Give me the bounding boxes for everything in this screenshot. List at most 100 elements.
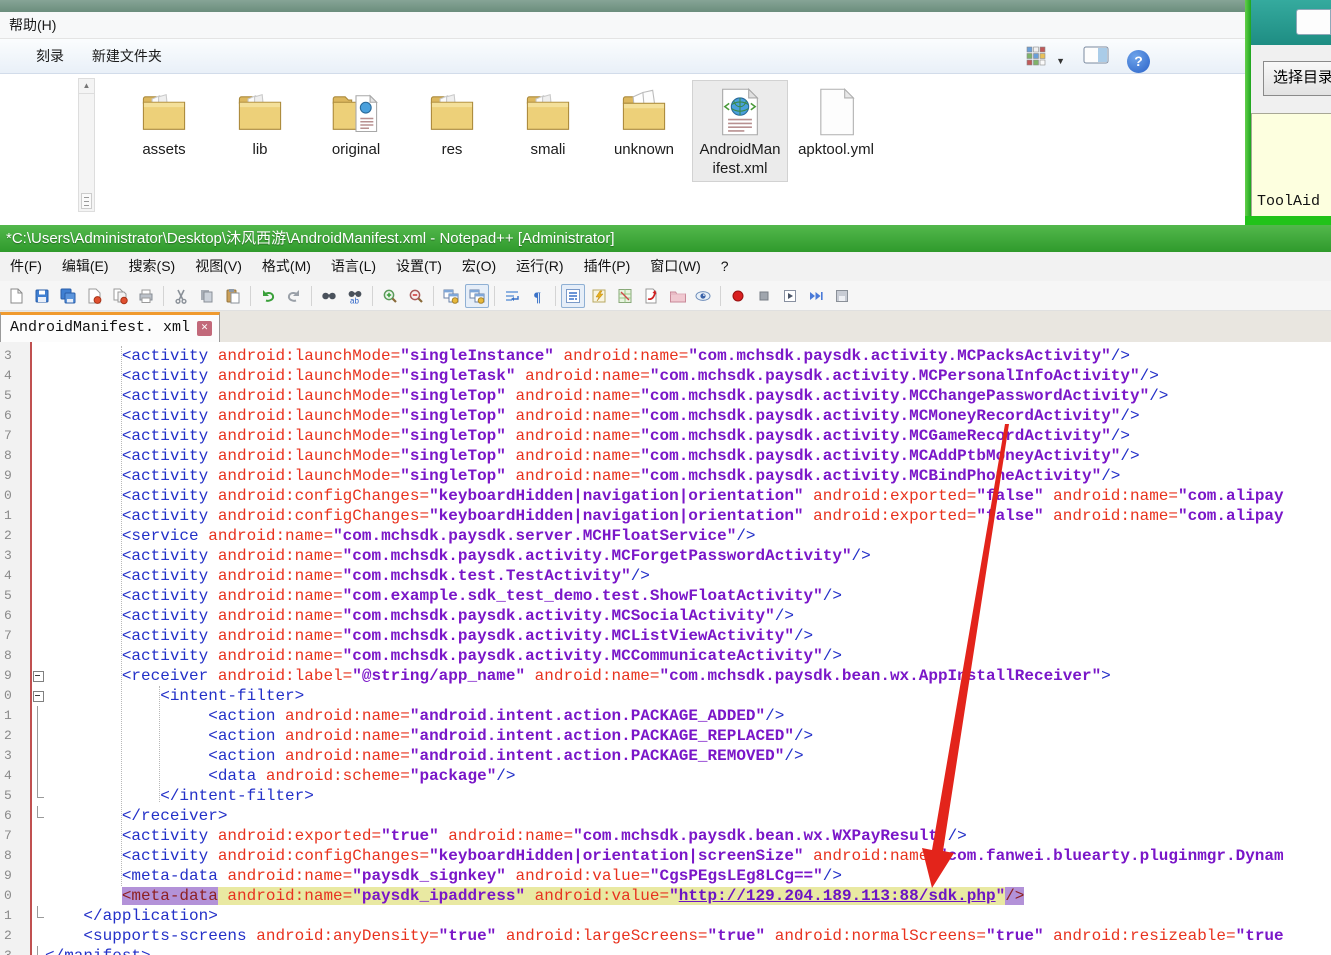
word-wrap-icon[interactable] xyxy=(500,284,524,308)
copy-icon[interactable] xyxy=(195,284,219,308)
paste-icon[interactable] xyxy=(221,284,245,308)
record-macro-icon[interactable] xyxy=(726,284,750,308)
menu-[interactable]: ? xyxy=(711,252,739,281)
code-line: 5 <activity android:launchMode="singleTo… xyxy=(0,386,1331,406)
file-item-AndroidManifest.xml[interactable]: AndroidManifest.xml xyxy=(692,80,788,182)
save-macro-icon[interactable] xyxy=(830,284,854,308)
code-line: 6 </receiver> xyxy=(0,806,1331,826)
menu-搜索S[interactable]: 搜索(S) xyxy=(119,252,186,281)
code-text: <data android:scheme="package"/> xyxy=(45,766,1331,786)
stop-macro-icon[interactable] xyxy=(752,284,776,308)
file-label: unknown xyxy=(614,140,674,159)
run-macro-icon[interactable] xyxy=(639,284,663,308)
code-line: 3 <action android:name="android.intent.a… xyxy=(0,746,1331,766)
code-line: 3 <activity android:launchMode="singleIn… xyxy=(0,346,1331,366)
code-line: 8 <activity android:configChanges="keybo… xyxy=(0,846,1331,866)
file-item-apktool.yml[interactable]: apktool.yml xyxy=(788,80,884,182)
find-icon[interactable] xyxy=(317,284,341,308)
file-item-original[interactable]: original xyxy=(308,80,404,182)
file-item-res[interactable]: res xyxy=(404,80,500,182)
code-line: 0 <activity android:configChanges="keybo… xyxy=(0,486,1331,506)
code-line: 1 </application> xyxy=(0,906,1331,926)
close-all-icon[interactable] xyxy=(108,284,132,308)
run-multiple-icon[interactable] xyxy=(804,284,828,308)
folder-icon xyxy=(522,86,574,140)
code-text: <activity android:configChanges="keyboar… xyxy=(45,486,1331,506)
line-number: 8 xyxy=(0,446,28,466)
panel-partial-button[interactable] xyxy=(1296,9,1331,35)
file-item-unknown[interactable]: unknown xyxy=(596,80,692,182)
show-all-chars-icon[interactable] xyxy=(561,284,585,308)
new-file-icon[interactable] xyxy=(4,284,28,308)
splitter-grip[interactable] xyxy=(81,193,92,209)
code-line: 5 </intent-filter> xyxy=(0,786,1331,806)
sync-scroll-h-icon[interactable] xyxy=(465,284,489,308)
menu-编辑E[interactable]: 编辑(E) xyxy=(52,252,119,281)
fold-collapse-icon[interactable] xyxy=(33,671,44,682)
tab-close-icon[interactable]: ✕ xyxy=(197,321,212,336)
zoom-out-icon[interactable] xyxy=(404,284,428,308)
menu-件F[interactable]: 件(F) xyxy=(0,252,52,281)
code-text: <activity android:launchMode="singleTop"… xyxy=(45,406,1331,426)
menu-视图V[interactable]: 视图(V) xyxy=(185,252,252,281)
file-item-lib[interactable]: lib xyxy=(212,80,308,182)
zoom-in-icon[interactable] xyxy=(378,284,402,308)
menu-help[interactable]: 帮助(H) xyxy=(9,17,56,33)
select-dir-button[interactable]: 选择目录 xyxy=(1263,61,1331,96)
notepad-titlebar[interactable]: *C:\Users\Administrator\Desktop\沐风西游\And… xyxy=(0,225,1331,252)
tab-androidmanifest[interactable]: AndroidManifest. xml ✕ xyxy=(0,312,220,343)
line-number: 6 xyxy=(0,806,28,826)
code-line: 1 <action android:name="android.intent.a… xyxy=(0,706,1331,726)
close-icon[interactable] xyxy=(82,284,106,308)
file-label: original xyxy=(332,140,380,159)
line-number: 0 xyxy=(0,886,28,906)
code-text: <action android:name="android.intent.act… xyxy=(45,746,1331,766)
preview-pane-icon[interactable] xyxy=(1083,44,1109,78)
menu-宏O[interactable]: 宏(O) xyxy=(452,252,506,281)
scroll-up-icon[interactable]: ▲ xyxy=(79,79,94,94)
fold-collapse-icon[interactable] xyxy=(33,691,44,702)
file-list: assetslib original ressmali unknown AndroidM… xyxy=(116,80,884,182)
redo-icon[interactable] xyxy=(282,284,306,308)
line-number: 7 xyxy=(0,426,28,446)
line-number: 5 xyxy=(0,586,28,606)
user-lang-icon[interactable] xyxy=(587,284,611,308)
code-text: <activity android:launchMode="singleTask… xyxy=(45,366,1331,386)
save-all-icon[interactable] xyxy=(56,284,80,308)
preview-eye-icon[interactable] xyxy=(691,284,715,308)
cut-icon[interactable] xyxy=(169,284,193,308)
line-number: 2 xyxy=(0,526,28,546)
burn-button[interactable]: 刻录 xyxy=(24,39,76,73)
toolbar-separator xyxy=(433,286,434,306)
menu-插件P[interactable]: 插件(P) xyxy=(574,252,641,281)
menu-格式M[interactable]: 格式(M) xyxy=(252,252,321,281)
views-dropdown-icon[interactable]: ▼ xyxy=(1056,44,1065,78)
toolaid-label: ToolAid xyxy=(1257,193,1320,210)
code-line: 9 <activity android:launchMode="singleTo… xyxy=(0,466,1331,486)
tab-label: AndroidManifest. xml xyxy=(10,319,190,336)
undo-icon[interactable] xyxy=(256,284,280,308)
line-number: 1 xyxy=(0,906,28,926)
doc-map-icon[interactable] xyxy=(613,284,637,308)
help-icon[interactable]: ? xyxy=(1127,50,1150,73)
replace-icon[interactable]: ab xyxy=(343,284,367,308)
line-number: 0 xyxy=(0,486,28,506)
editor[interactable]: 3 <activity android:launchMode="singleIn… xyxy=(0,342,1331,955)
menu-语言L[interactable]: 语言(L) xyxy=(321,252,386,281)
views-grid-icon[interactable] xyxy=(1024,44,1048,78)
sync-scroll-v-icon[interactable] xyxy=(439,284,463,308)
new-folder-button[interactable]: 新建文件夹 xyxy=(80,39,174,73)
file-item-smali[interactable]: smali xyxy=(500,80,596,182)
file-item-assets[interactable]: assets xyxy=(116,80,212,182)
tree-scrollbar[interactable]: ▲ xyxy=(78,78,95,212)
print-icon[interactable] xyxy=(134,284,158,308)
toolbar-separator xyxy=(250,286,251,306)
menu-设置T[interactable]: 设置(T) xyxy=(386,252,452,281)
menu-窗口W[interactable]: 窗口(W) xyxy=(640,252,711,281)
save-icon[interactable] xyxy=(30,284,54,308)
pilcrow-icon[interactable]: ¶ xyxy=(526,284,550,308)
play-macro-icon[interactable] xyxy=(778,284,802,308)
menu-运行R[interactable]: 运行(R) xyxy=(506,252,573,281)
folder-workspace-icon[interactable] xyxy=(665,284,689,308)
file-label: apktool.yml xyxy=(798,140,874,159)
